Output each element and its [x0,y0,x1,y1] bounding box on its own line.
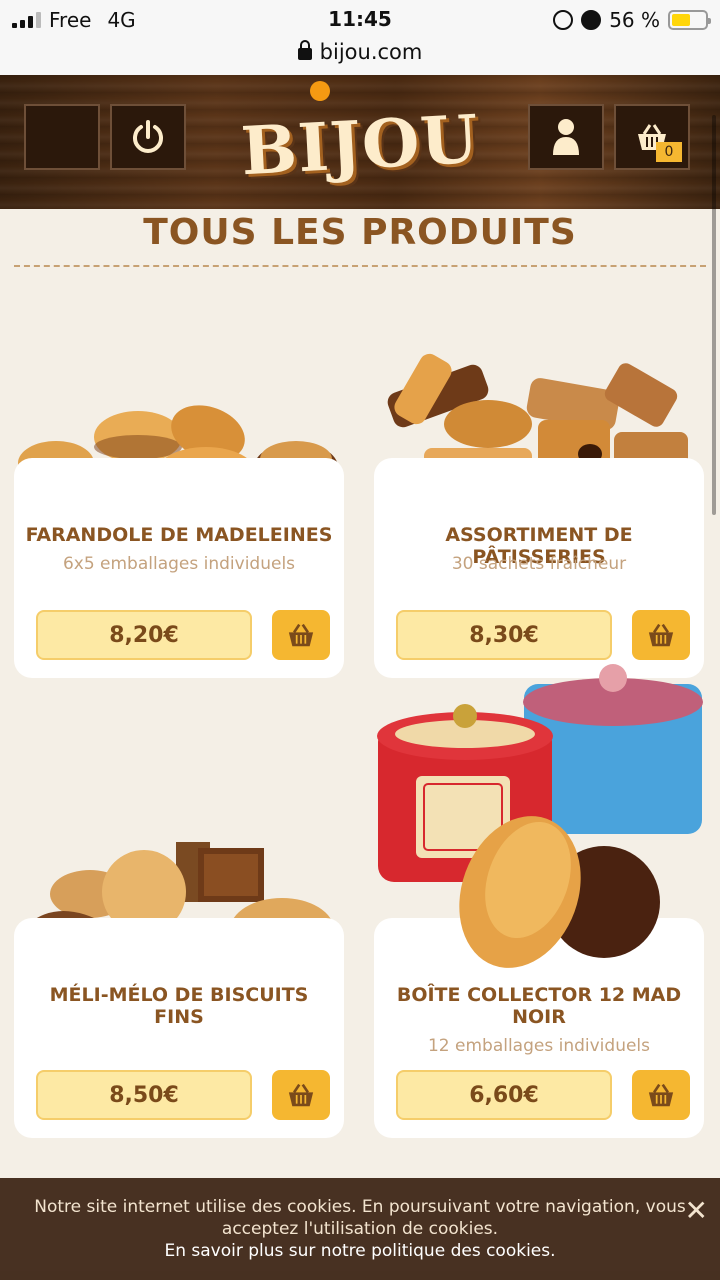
basket-icon [288,623,314,647]
title-divider [14,265,706,267]
lock-icon [297,40,312,60]
product-subtitle: 30 sachets fraîcheur [451,554,627,574]
url-text[interactable]: bijou.com [320,40,423,64]
product-price: 8,50€ [36,1070,252,1120]
product-price: 6,60€ [396,1070,612,1120]
product-card[interactable]: FARANDOLE DE MADELEINES 6x5 emballages i… [14,458,344,678]
bijou-logo[interactable]: BIJOU [238,89,483,201]
product-card[interactable]: MÉLI-MÉLO DE BISCUITS FINS 8,50€ [14,918,344,1138]
battery-icon [668,10,711,30]
site-header: BIJOU 0 [0,75,720,209]
status-bar: Free 4G 11:45 56 % [0,0,720,40]
user-icon [553,119,579,155]
cookie-policy-link[interactable]: En savoir plus sur notre politique des c… [0,1240,720,1262]
cookie-text-line1: Notre site internet utilise des cookies.… [34,1197,686,1217]
cart-button[interactable]: 0 [614,104,690,170]
basket-icon [648,1083,674,1107]
product-name[interactable]: MÉLI-MÉLO DE BISCUITS FINS [24,984,334,1028]
product-price: 8,30€ [396,610,612,660]
menu-button[interactable] [24,104,100,170]
product-name[interactable]: BOÎTE COLLECTOR 12 MAD NOIR [384,984,694,1028]
alarm-icon [581,10,602,30]
basket-icon [288,1083,314,1107]
add-to-cart-button[interactable] [632,1070,690,1120]
basket-icon [648,623,674,647]
power-button[interactable] [110,104,186,170]
product-price: 8,20€ [36,610,252,660]
battery-fill [672,14,690,26]
battery-percent: 56 % [609,8,660,32]
scrollbar[interactable] [712,115,716,515]
product-subtitle: 6x5 emballages individuels [62,554,296,574]
add-to-cart-button[interactable] [272,1070,330,1120]
page-title: TOUS LES PRODUITS [143,212,577,253]
cookie-banner: Notre site internet utilise des cookies.… [0,1178,720,1280]
power-icon [133,120,163,153]
status-right: 56 % [553,8,711,32]
product-name[interactable]: FARANDOLE DE MADELEINES [24,524,334,546]
close-icon[interactable]: ✕ [685,1197,708,1225]
product-image-collector-box[interactable] [372,664,706,976]
add-to-cart-button[interactable] [632,610,690,660]
orientation-lock-icon [553,10,574,30]
cart-count-badge: 0 [656,142,682,162]
product-card[interactable]: ASSORTIMENT DE PÂTISSERIES 30 sachets fr… [374,458,704,678]
product-subtitle: 12 emballages individuels [427,1036,651,1056]
cookie-text-line2: acceptez l'utilisation de cookies. [221,1219,499,1239]
address-bar[interactable]: bijou.com [0,40,720,75]
add-to-cart-button[interactable] [272,610,330,660]
account-button[interactable] [528,104,604,170]
